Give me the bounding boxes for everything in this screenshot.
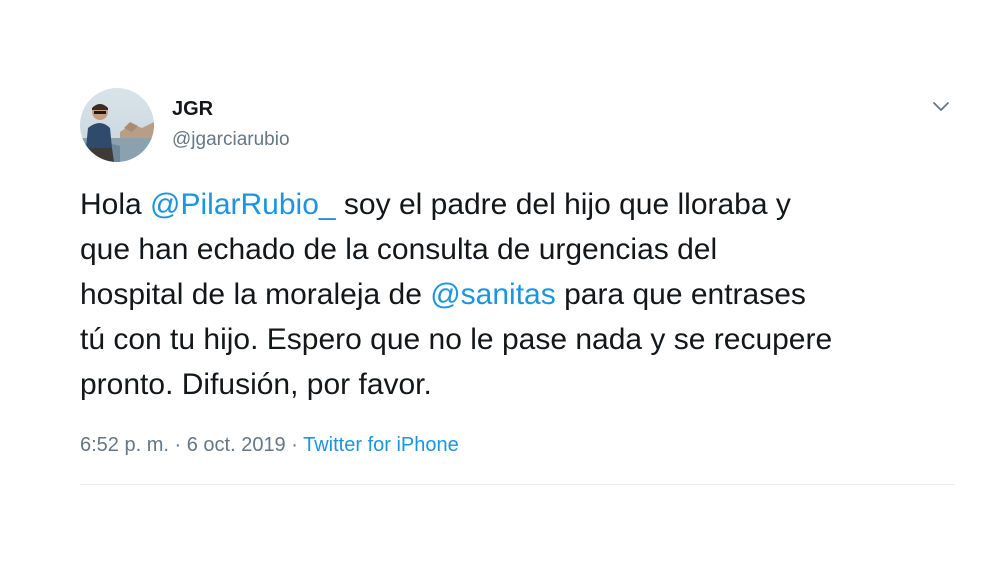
- tweet-text-segment: para que entrases: [555, 278, 806, 311]
- tweet-card: JGR @jgarciarubio Hola @PilarRubio_ soy …: [0, 0, 1000, 567]
- tweet-meta: 6:52 p. m. · 6 oct. 2019 · Twitter for i…: [80, 434, 459, 457]
- avatar[interactable]: [80, 88, 154, 162]
- tweet-text-segment: que han echado de la consulta de urgenci…: [80, 233, 718, 266]
- tweet-text-line: tú con tu hijo. Espero que no le pase na…: [80, 317, 960, 362]
- tweet-text-segment: Hola: [80, 188, 151, 221]
- tweet-text-segment: soy el padre del hijo que lloraba y: [335, 188, 791, 221]
- tweet-text-line: pronto. Difusión, por favor.: [80, 362, 960, 407]
- tweet-text: Hola @PilarRubio_ soy el padre del hijo …: [80, 182, 960, 407]
- profile-photo-icon: [80, 88, 154, 162]
- divider: [80, 484, 954, 485]
- more-options-button[interactable]: [926, 92, 956, 122]
- tweet-time[interactable]: 6:52 p. m.: [80, 434, 169, 456]
- mention-link[interactable]: @sanitas: [430, 278, 556, 311]
- tweet-source-link[interactable]: Twitter for iPhone: [303, 434, 459, 456]
- tweet-text-line: Hola @PilarRubio_ soy el padre del hijo …: [80, 182, 960, 227]
- display-name[interactable]: JGR: [172, 98, 213, 121]
- meta-separator: ·: [285, 434, 304, 456]
- tweet-text-segment: tú con tu hijo. Espero que no le pase na…: [80, 323, 833, 356]
- tweet-text-line: hospital de la moraleja de @sanitas para…: [80, 272, 960, 317]
- tweet-text-segment: hospital de la moraleja de: [80, 278, 431, 311]
- tweet-date[interactable]: 6 oct. 2019: [187, 434, 286, 456]
- tweet-text-segment: pronto. Difusión, por favor.: [80, 368, 432, 401]
- user-handle[interactable]: @jgarciarubio: [172, 129, 290, 151]
- mention-link[interactable]: @PilarRubio_: [150, 188, 336, 221]
- meta-separator: ·: [168, 434, 187, 456]
- chevron-down-icon: [933, 102, 949, 111]
- tweet-text-line: que han echado de la consulta de urgenci…: [80, 227, 960, 272]
